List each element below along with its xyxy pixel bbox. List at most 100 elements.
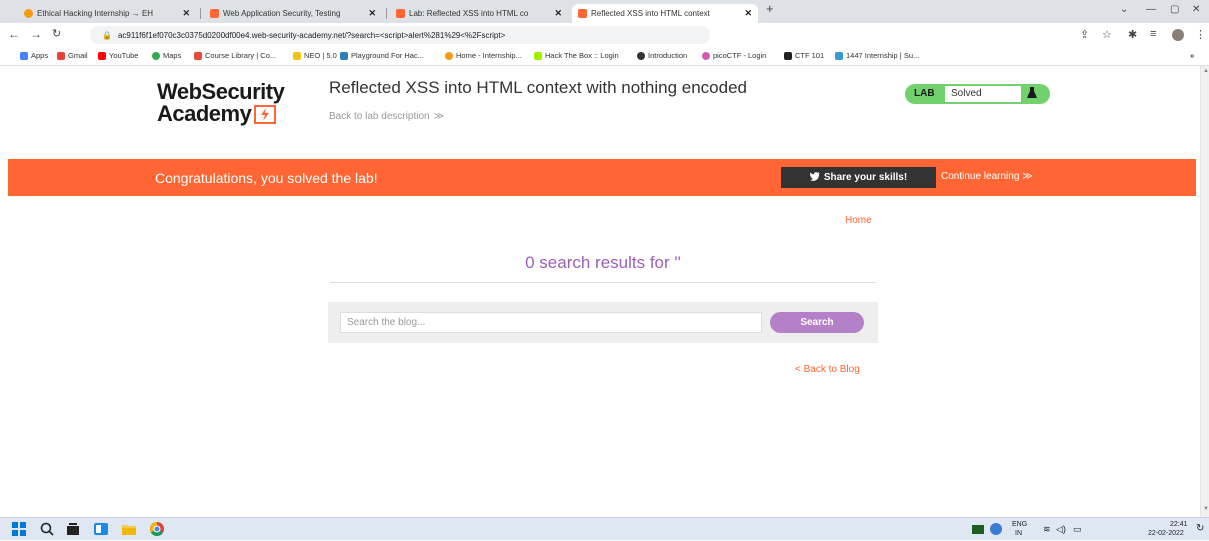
language-bottom[interactable]: IN [1015, 530, 1022, 537]
minimize-icon[interactable]: — [1146, 4, 1156, 15]
close-window-icon[interactable]: ✕ [1192, 4, 1200, 15]
picoctf-icon [702, 51, 710, 60]
tab-ethical-hacking[interactable]: Ethical Hacking Internship → EH ✕ [18, 4, 196, 23]
tab-lab-reflected-xss[interactable]: Lab: Reflected XSS into HTML co ✕ [390, 4, 568, 23]
maps-pin-icon [152, 51, 160, 60]
back-arrow-icon[interactable]: ← [8, 27, 20, 41]
continue-learning-link[interactable]: Continue learning ≫ [941, 171, 1033, 182]
chevron-right-icon: ≫ [433, 111, 445, 122]
congratulations-message: Congratulations, you solved the lab! [155, 170, 378, 186]
share-icon[interactable]: ⇪ [1080, 28, 1089, 41]
lab-title: Reflected XSS into HTML context with not… [329, 78, 747, 97]
widgets-icon[interactable] [94, 522, 108, 536]
more-bookmarks-icon[interactable]: » [1190, 51, 1194, 60]
results-divider [330, 282, 876, 283]
browser-tab-strip: Ethical Hacking Internship → EH ✕ Web Ap… [0, 0, 1209, 23]
youtube-icon [98, 51, 106, 60]
internship-icon [445, 51, 453, 60]
tab-favicon-icon [396, 9, 405, 18]
tab-label: Ethical Hacking Internship → EH [37, 9, 154, 18]
logo-bolt-icon [254, 104, 277, 124]
bookmark-ctf-101[interactable]: CTF 101 [784, 51, 824, 60]
windows-taskbar: ENG IN ≋ ◁) ▭ 22:41 22-02-2022 ↻ [0, 517, 1209, 540]
lock-icon: 🔒 [102, 30, 112, 40]
clock-date[interactable]: 22-02-2022 [1148, 530, 1184, 537]
page-scrollbar[interactable]: ▲ ▼ [1200, 66, 1209, 517]
forward-arrow-icon[interactable]: → [30, 27, 42, 41]
bookmark-introduction[interactable]: Introduction [637, 51, 687, 60]
close-tab-icon[interactable]: ✕ [364, 8, 376, 19]
tab-web-app-security[interactable]: Web Application Security, Testing ✕ [204, 4, 382, 23]
lab-label: LAB [914, 88, 935, 99]
bookmark-hack-the-box[interactable]: Hack The Box :: Login [534, 51, 619, 60]
apps-grid-icon [20, 51, 28, 60]
hack-the-box-icon [534, 51, 542, 60]
bookmark-course-library[interactable]: Course Library | Co... [194, 51, 276, 60]
tab-separator [200, 8, 201, 19]
tab-favicon-icon [578, 9, 587, 18]
bookmark-playground[interactable]: Playground For Hac... [340, 51, 424, 60]
new-tab-icon[interactable]: + [766, 1, 774, 16]
maximize-icon[interactable]: ▢ [1170, 4, 1179, 15]
bookmark-apps[interactable]: Apps [20, 51, 48, 60]
tab-label: Reflected XSS into HTML context [591, 9, 710, 18]
tray-app-icon[interactable] [972, 525, 984, 534]
web-security-academy-logo[interactable]: WebSecurity Academy [157, 81, 285, 126]
profile-avatar[interactable] [1172, 29, 1184, 41]
url-text: ac911f6f1ef070c3c0375d0200df00e4.web-sec… [117, 30, 506, 40]
bookmark-star-icon[interactable]: ☆ [1102, 28, 1112, 41]
search-button[interactable]: Search [770, 312, 864, 333]
search-results-heading: 0 search results for '' [525, 253, 681, 272]
playground-icon [340, 51, 348, 60]
tab-separator [386, 8, 387, 19]
chevron-right-icon: ≫ [1022, 171, 1033, 182]
notifications-icon[interactable]: ↻ [1196, 523, 1204, 534]
close-tab-icon[interactable]: ✕ [740, 8, 752, 19]
bookmark-youtube[interactable]: YouTube [98, 51, 138, 60]
bookmark-maps[interactable]: Maps [152, 51, 181, 60]
volume-icon[interactable]: ◁) [1056, 524, 1066, 535]
search-input[interactable] [340, 312, 762, 333]
bookmark-picoctf[interactable]: picoCTF - Login [702, 51, 766, 60]
menu-kebab-icon[interactable]: ⋮ [1195, 28, 1206, 41]
lab-status-text: Solved [945, 86, 1021, 102]
reading-list-icon[interactable]: ≡ [1150, 28, 1156, 40]
windows-start-icon[interactable] [12, 522, 26, 536]
scroll-down-icon[interactable]: ▼ [1203, 506, 1209, 512]
tab-search-icon[interactable]: ⌄ [1120, 4, 1128, 15]
back-to-blog-link[interactable]: < Back to Blog [795, 364, 860, 375]
logo-bottom-text: Academy [157, 101, 252, 126]
congratulations-banner: Congratulations, you solved the lab! Sha… [8, 159, 1196, 196]
search-form: Search [328, 302, 878, 343]
bookmark-1447-internship[interactable]: 1447 Internship | Su... [835, 51, 919, 60]
file-explorer-icon[interactable] [122, 522, 136, 536]
wifi-icon[interactable]: ≋ [1043, 524, 1051, 535]
gmail-icon [57, 51, 65, 60]
battery-icon[interactable]: ▭ [1073, 524, 1082, 535]
extensions-icon[interactable]: ✱ [1128, 28, 1137, 41]
share-skills-button[interactable]: Share your skills! [781, 167, 936, 188]
neo-icon [293, 51, 301, 60]
bookmark-neo[interactable]: NEO | 5.0 [293, 51, 337, 60]
close-tab-icon[interactable]: ✕ [178, 8, 190, 19]
close-tab-icon[interactable]: ✕ [550, 8, 562, 19]
twitter-bird-icon [809, 171, 820, 184]
tray-network-app-icon[interactable] [990, 523, 1002, 535]
address-bar[interactable]: 🔒 ac911f6f1ef070c3c0375d0200df00e4.web-s… [90, 26, 710, 44]
bookmarks-bar: Apps Gmail YouTube Maps Course Library |… [0, 48, 1209, 66]
task-view-icon[interactable] [66, 522, 80, 536]
bookmark-home-internship[interactable]: Home - Internship... [445, 51, 522, 60]
chrome-icon[interactable] [150, 522, 166, 536]
search-icon[interactable] [40, 522, 54, 536]
introduction-icon [637, 51, 645, 60]
reload-icon[interactable]: ↻ [52, 27, 61, 40]
tab-reflected-xss-active[interactable]: Reflected XSS into HTML context ✕ [572, 4, 758, 23]
bookmark-gmail[interactable]: Gmail [57, 51, 88, 60]
language-top[interactable]: ENG [1012, 521, 1027, 528]
lab-status-badge: LAB Solved [905, 84, 1050, 104]
home-link[interactable]: Home [845, 215, 872, 226]
clock-time[interactable]: 22:41 [1170, 521, 1188, 528]
scroll-up-icon[interactable]: ▲ [1203, 68, 1209, 74]
tab-favicon-icon [24, 9, 33, 18]
back-to-lab-description-link[interactable]: Back to lab description ≫ [329, 111, 444, 122]
